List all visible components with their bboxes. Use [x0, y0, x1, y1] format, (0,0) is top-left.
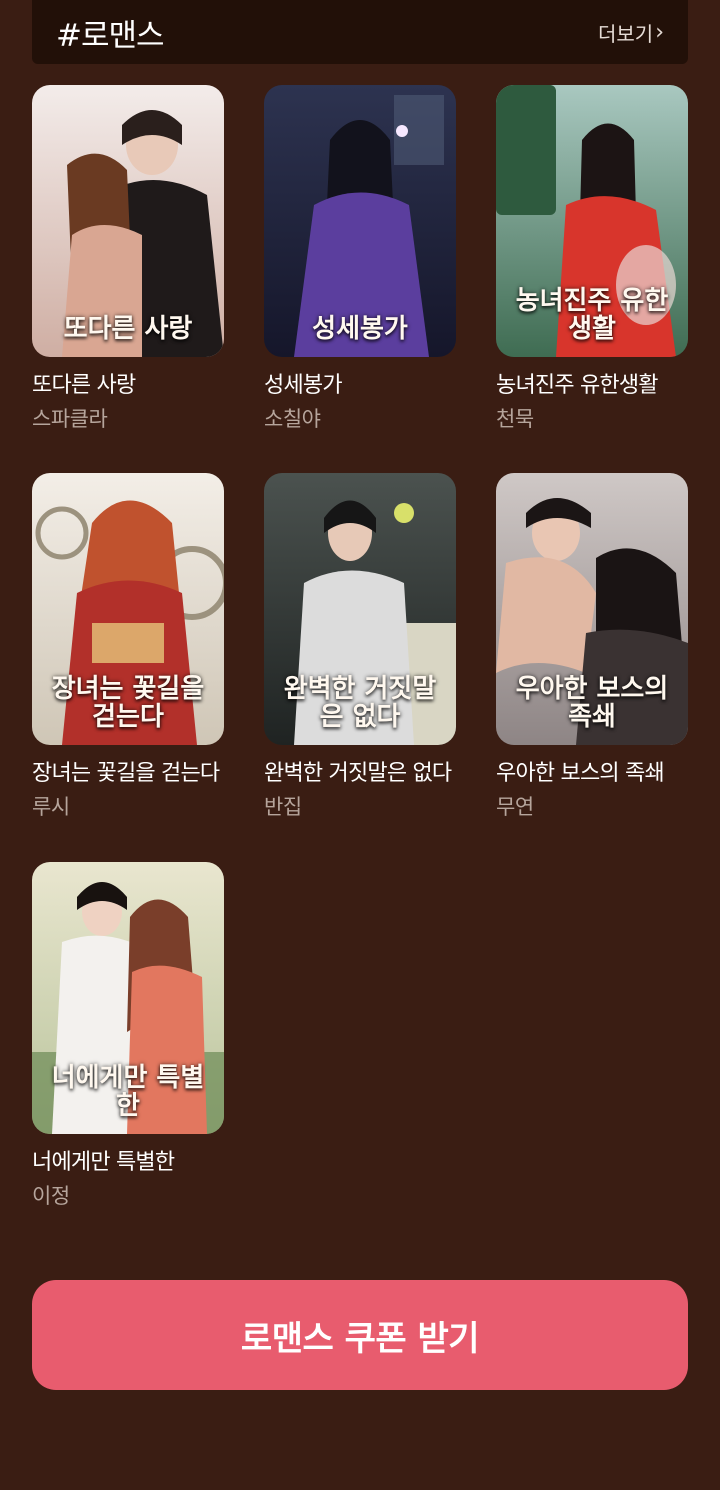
book-grid: 또다른 사랑 또다른 사랑 스파클라 성세봉가 성세봉가 소칠야 농녀진주 유한…	[0, 0, 720, 1240]
book-title[interactable]: 우아한 보스의 족쇄	[496, 755, 690, 787]
book-cover[interactable]: 우아한 보스의 족쇄	[496, 473, 688, 745]
book-card[interactable]: 우아한 보스의 족쇄 우아한 보스의 족쇄 무연	[496, 473, 690, 821]
book-card[interactable]: 농녀진주 유한생활 농녀진주 유한생활 천묵	[496, 85, 690, 433]
book-title[interactable]: 완벽한 거짓말은 없다	[264, 755, 458, 787]
cover-title: 장녀는 꽃길을 걷는다	[51, 674, 205, 732]
book-card[interactable]: 또다른 사랑 또다른 사랑 스파클라	[32, 85, 226, 433]
cover-title: 우아한 보스의 족쇄	[515, 674, 669, 732]
romance-coupon-button[interactable]: 로맨스 쿠폰 받기	[32, 1280, 688, 1390]
book-author: 이정	[32, 1184, 70, 1208]
book-title[interactable]: 장녀는 꽃길을 걷는다	[32, 755, 226, 787]
book-cover[interactable]: 완벽한 거짓말은 없다	[264, 473, 456, 745]
book-title[interactable]: 성세봉가	[264, 367, 458, 399]
book-cover[interactable]: 너에게만 특별한	[32, 862, 224, 1134]
book-author: 루시	[32, 795, 70, 819]
book-author: 반집	[264, 795, 302, 819]
book-cover[interactable]: 농녀진주 유한생활	[496, 85, 688, 357]
book-card[interactable]: 성세봉가 성세봉가 소칠야	[264, 85, 458, 433]
book-cover[interactable]: 장녀는 꽃길을 걷는다	[32, 473, 224, 745]
book-cover[interactable]: 성세봉가	[264, 85, 456, 357]
book-title[interactable]: 너에게만 특별한	[32, 1144, 226, 1176]
cover-title: 또다른 사랑	[63, 313, 193, 344]
cover-title: 성세봉가	[312, 313, 408, 344]
book-cover[interactable]: 또다른 사랑	[32, 85, 224, 357]
book-author: 소칠야	[264, 407, 321, 431]
book-title[interactable]: 농녀진주 유한생활	[496, 367, 690, 399]
book-author: 무연	[496, 795, 534, 819]
cover-title: 농녀진주 유한생활	[515, 286, 669, 344]
book-card[interactable]: 장녀는 꽃길을 걷는다 장녀는 꽃길을 걷는다 루시	[32, 473, 226, 821]
book-card[interactable]: 너에게만 특별한 너에게만 특별한 이정	[32, 862, 226, 1210]
book-title[interactable]: 또다른 사랑	[32, 367, 226, 399]
book-card[interactable]: 완벽한 거짓말은 없다 완벽한 거짓말은 없다 반집	[264, 473, 458, 821]
book-author: 천묵	[496, 407, 534, 431]
cover-title: 완벽한 거짓말은 없다	[283, 674, 437, 732]
book-author: 스파클라	[32, 407, 108, 431]
cover-title: 너에게만 특별한	[51, 1063, 205, 1121]
